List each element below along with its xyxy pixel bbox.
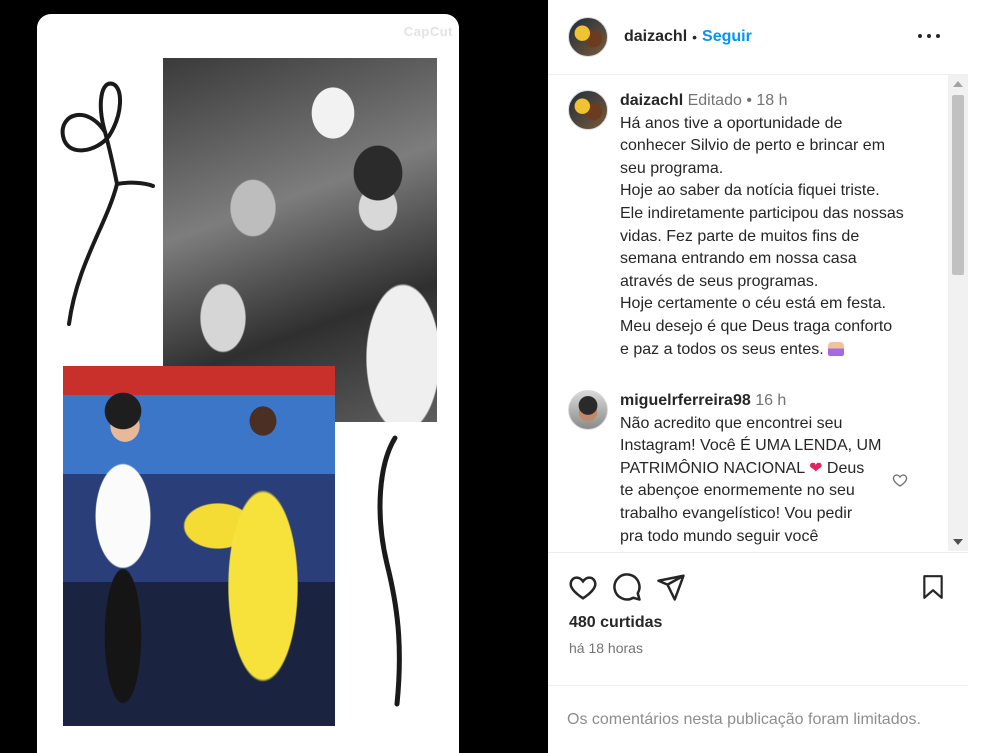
media-card[interactable]: CapCut bbox=[37, 14, 459, 753]
caption-line: Hoje certamente o céu está em festa. bbox=[620, 295, 886, 313]
likes-count[interactable]: 480 curtidas bbox=[569, 614, 662, 632]
comments-scrollbar[interactable] bbox=[948, 75, 968, 551]
comment-line: pra todo mundo seguir você bbox=[620, 527, 819, 545]
edited-label: Editado bbox=[687, 92, 742, 109]
like-heart-icon[interactable] bbox=[568, 572, 598, 602]
scroll-down-arrow[interactable] bbox=[953, 539, 963, 545]
follow-button[interactable]: Seguir bbox=[702, 28, 752, 46]
bookmark-icon[interactable] bbox=[920, 572, 946, 602]
comment: miguelrferreira98 16 h Não acredito que … bbox=[568, 390, 932, 548]
caption-avatar[interactable] bbox=[568, 90, 608, 130]
caption-time[interactable]: 18 h bbox=[756, 92, 787, 109]
comments-limited-notice: Os comentários nesta publicação foram li… bbox=[548, 685, 968, 753]
caption-line: semana entrando em nossa casa bbox=[620, 250, 857, 268]
comment-line: Instagram! Você É UMA LENDA, UM bbox=[620, 437, 882, 455]
separator-dot: • bbox=[746, 92, 757, 109]
share-paper-plane-icon[interactable] bbox=[656, 572, 686, 602]
caption-line: conhecer Silvio de perto e brincar em bbox=[620, 137, 886, 155]
scroll-up-arrow[interactable] bbox=[953, 81, 963, 87]
capcut-watermark: CapCut bbox=[403, 24, 453, 39]
post-panel: daizachl • Seguir daizachl Editado • 18 … bbox=[548, 0, 968, 753]
comment-bubble-icon[interactable] bbox=[612, 572, 642, 602]
scroll-thumb[interactable] bbox=[952, 95, 964, 275]
comment-line: Não acredito que encontrei seu bbox=[620, 414, 843, 432]
comment-line: te abençoe enormemente no seu bbox=[620, 482, 855, 500]
action-bar: 480 curtidas há 18 horas bbox=[548, 552, 968, 685]
caption-line: Hoje ao saber da notícia fiquei triste. bbox=[620, 182, 880, 200]
caption-line: Ele indiretamente participou das nossas bbox=[620, 204, 904, 222]
caption-line: Há anos tive a oportunidade de bbox=[620, 114, 843, 132]
comment-avatar[interactable] bbox=[568, 390, 608, 430]
caption: daizachl Editado • 18 h Há anos tive a o… bbox=[568, 90, 932, 361]
comment-time[interactable]: 16 h bbox=[755, 392, 786, 409]
red-heart-icon: ❤ bbox=[809, 459, 823, 477]
heart-doodle bbox=[60, 81, 155, 326]
comment-like-icon[interactable] bbox=[892, 472, 908, 488]
caption-username[interactable]: daizachl bbox=[620, 92, 683, 109]
caption-line: através de seus programas. bbox=[620, 272, 819, 290]
more-options-icon[interactable] bbox=[918, 26, 940, 46]
caption-line: e paz a todos os seus entes. bbox=[620, 340, 824, 358]
praying-hands-icon bbox=[828, 341, 845, 356]
separator-dot: • bbox=[692, 29, 698, 45]
post-time[interactable]: há 18 horas bbox=[569, 640, 643, 656]
comment-line: trabalho evangelístico! Vou pedir bbox=[620, 504, 853, 522]
comments-list: daizachl Editado • 18 h Há anos tive a o… bbox=[548, 75, 948, 551]
color-photo bbox=[63, 366, 335, 726]
avatar[interactable] bbox=[568, 17, 608, 57]
comment-username[interactable]: miguelrferreira98 bbox=[620, 392, 751, 409]
caption-line: vidas. Fez parte de muitos fins de bbox=[620, 227, 860, 245]
window-edge bbox=[968, 0, 998, 753]
caption-line: Meu desejo é que Deus traga conforto bbox=[620, 317, 893, 335]
post-header: daizachl • Seguir bbox=[548, 0, 968, 75]
comment-line: Deus bbox=[826, 459, 865, 477]
line-doodle bbox=[377, 435, 402, 707]
post-media: CapCut bbox=[0, 0, 548, 753]
comment-line: PATRIMÔNIO NACIONAL bbox=[620, 459, 805, 477]
caption-line: seu programa. bbox=[620, 159, 724, 177]
header-username[interactable]: daizachl bbox=[624, 28, 687, 46]
